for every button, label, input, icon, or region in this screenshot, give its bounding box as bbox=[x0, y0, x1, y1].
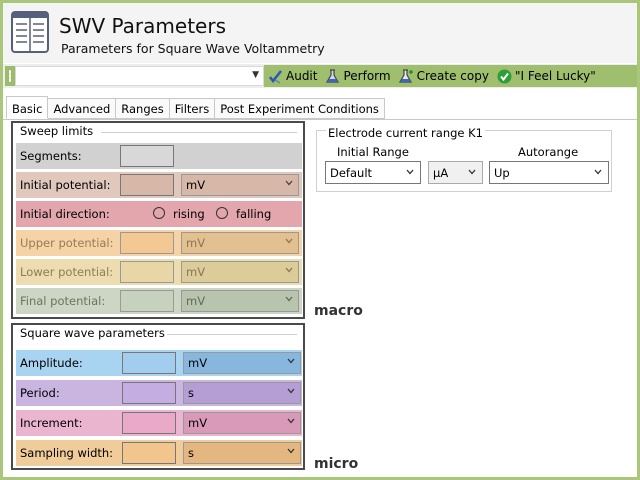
chevron-down-icon bbox=[287, 388, 295, 394]
toolbar-grip[interactable] bbox=[5, 66, 15, 86]
increment-input[interactable] bbox=[122, 412, 176, 434]
green-check-icon bbox=[497, 69, 512, 83]
toolbar: ▼ Audit Perform Create copy "I Feel Luck… bbox=[3, 64, 637, 88]
initial-potential-row: Initial potential: mV bbox=[16, 172, 302, 198]
final-potential-unit-select[interactable]: mV bbox=[181, 290, 299, 312]
lower-potential-row: Lower potential: mV bbox=[16, 259, 302, 285]
sampling-width-input[interactable] bbox=[122, 442, 176, 464]
period-input[interactable] bbox=[122, 382, 176, 404]
period-row: Period: s bbox=[16, 380, 302, 406]
lower-potential-unit-select[interactable]: mV bbox=[181, 261, 299, 283]
segments-row: Segments: bbox=[16, 143, 302, 169]
group-title: Sweep limits bbox=[18, 124, 96, 138]
period-unit-select[interactable]: s bbox=[183, 382, 301, 404]
page-subtitle: Parameters for Square Wave Voltammetry bbox=[61, 41, 325, 56]
chevron-down-icon bbox=[285, 238, 293, 244]
upper-potential-row: Upper potential: mV bbox=[16, 230, 302, 256]
tab-filters[interactable]: Filters bbox=[169, 98, 216, 119]
tab-advanced[interactable]: Advanced bbox=[48, 98, 117, 119]
micro-label: micro bbox=[314, 456, 359, 472]
document-icon bbox=[11, 11, 49, 53]
tab-bar: Basic Advanced Ranges Filters Post Exper… bbox=[6, 96, 385, 119]
final-potential-input[interactable] bbox=[120, 290, 174, 312]
final-potential-row: Final potential: mV bbox=[16, 288, 302, 314]
initial-range-select[interactable]: Default bbox=[325, 161, 421, 184]
perform-flask-icon bbox=[326, 68, 340, 83]
window: SWV Parameters Parameters for Square Wav… bbox=[3, 3, 637, 477]
feel-lucky-button[interactable]: "I Feel Lucky" bbox=[497, 69, 596, 84]
create-copy-button[interactable]: Create copy bbox=[398, 68, 489, 84]
tab-basic[interactable]: Basic bbox=[6, 96, 49, 119]
dropdown-arrow-icon: ▼ bbox=[252, 70, 259, 80]
tab-ranges[interactable]: Ranges bbox=[116, 98, 170, 119]
square-wave-group: Square wave parameters Amplitude: mV Per… bbox=[11, 323, 305, 470]
amplitude-row: Amplitude: mV bbox=[16, 350, 302, 376]
chevron-down-icon bbox=[468, 169, 476, 175]
header: SWV Parameters Parameters for Square Wav… bbox=[3, 3, 637, 63]
initial-direction-row: Initial direction: rising falling bbox=[16, 201, 302, 227]
chevron-down-icon bbox=[594, 169, 602, 175]
initial-range-label: Initial Range bbox=[337, 145, 409, 159]
initial-potential-input[interactable] bbox=[120, 174, 174, 196]
chevron-down-icon bbox=[285, 267, 293, 273]
upper-potential-input[interactable] bbox=[120, 232, 174, 254]
chevron-down-icon bbox=[287, 448, 295, 454]
rising-radio[interactable] bbox=[153, 207, 165, 219]
audit-button[interactable]: Audit bbox=[268, 69, 317, 84]
initial-potential-unit-select[interactable]: mV bbox=[181, 174, 299, 196]
toolbar-combo[interactable]: ▼ bbox=[15, 66, 264, 86]
sampling-width-row: Sampling width: s bbox=[16, 440, 302, 466]
perform-button[interactable]: Perform bbox=[325, 68, 391, 84]
electrode-range-title: Electrode current range K1 bbox=[326, 126, 486, 140]
page-title: SWV Parameters bbox=[59, 14, 226, 38]
rising-label: rising bbox=[173, 207, 205, 221]
autorange-label: Autorange bbox=[518, 145, 579, 159]
tab-post-experiment-conditions[interactable]: Post Experiment Conditions bbox=[215, 98, 385, 119]
current-unit-select[interactable]: µA bbox=[428, 161, 483, 184]
lower-potential-input[interactable] bbox=[120, 261, 174, 283]
copy-flask-icon bbox=[398, 68, 413, 83]
chevron-down-icon bbox=[285, 296, 293, 302]
increment-row: Increment: mV bbox=[16, 410, 302, 436]
macro-label: macro bbox=[314, 303, 363, 319]
audit-check-icon bbox=[269, 69, 282, 84]
sweep-limits-group: Sweep limits Segments: Initial potential… bbox=[11, 121, 305, 319]
chevron-down-icon bbox=[285, 180, 293, 186]
autorange-select[interactable]: Up bbox=[489, 161, 609, 184]
segments-input[interactable] bbox=[120, 145, 174, 167]
falling-radio[interactable] bbox=[216, 207, 228, 219]
sampling-width-unit-select[interactable]: s bbox=[183, 442, 301, 464]
chevron-down-icon bbox=[287, 418, 295, 424]
toolbar-actions: Audit Perform Create copy "I Feel Lucky" bbox=[264, 65, 637, 87]
falling-label: falling bbox=[236, 207, 272, 221]
amplitude-unit-select[interactable]: mV bbox=[183, 352, 301, 374]
electrode-range-group: Electrode current range K1 Initial Range… bbox=[316, 126, 612, 192]
upper-potential-unit-select[interactable]: mV bbox=[181, 232, 299, 254]
increment-unit-select[interactable]: mV bbox=[183, 412, 301, 434]
amplitude-input[interactable] bbox=[122, 352, 176, 374]
chevron-down-icon bbox=[406, 169, 414, 175]
chevron-down-icon bbox=[287, 358, 295, 364]
tab-divider bbox=[3, 119, 637, 120]
group-title: Square wave parameters bbox=[18, 326, 167, 340]
